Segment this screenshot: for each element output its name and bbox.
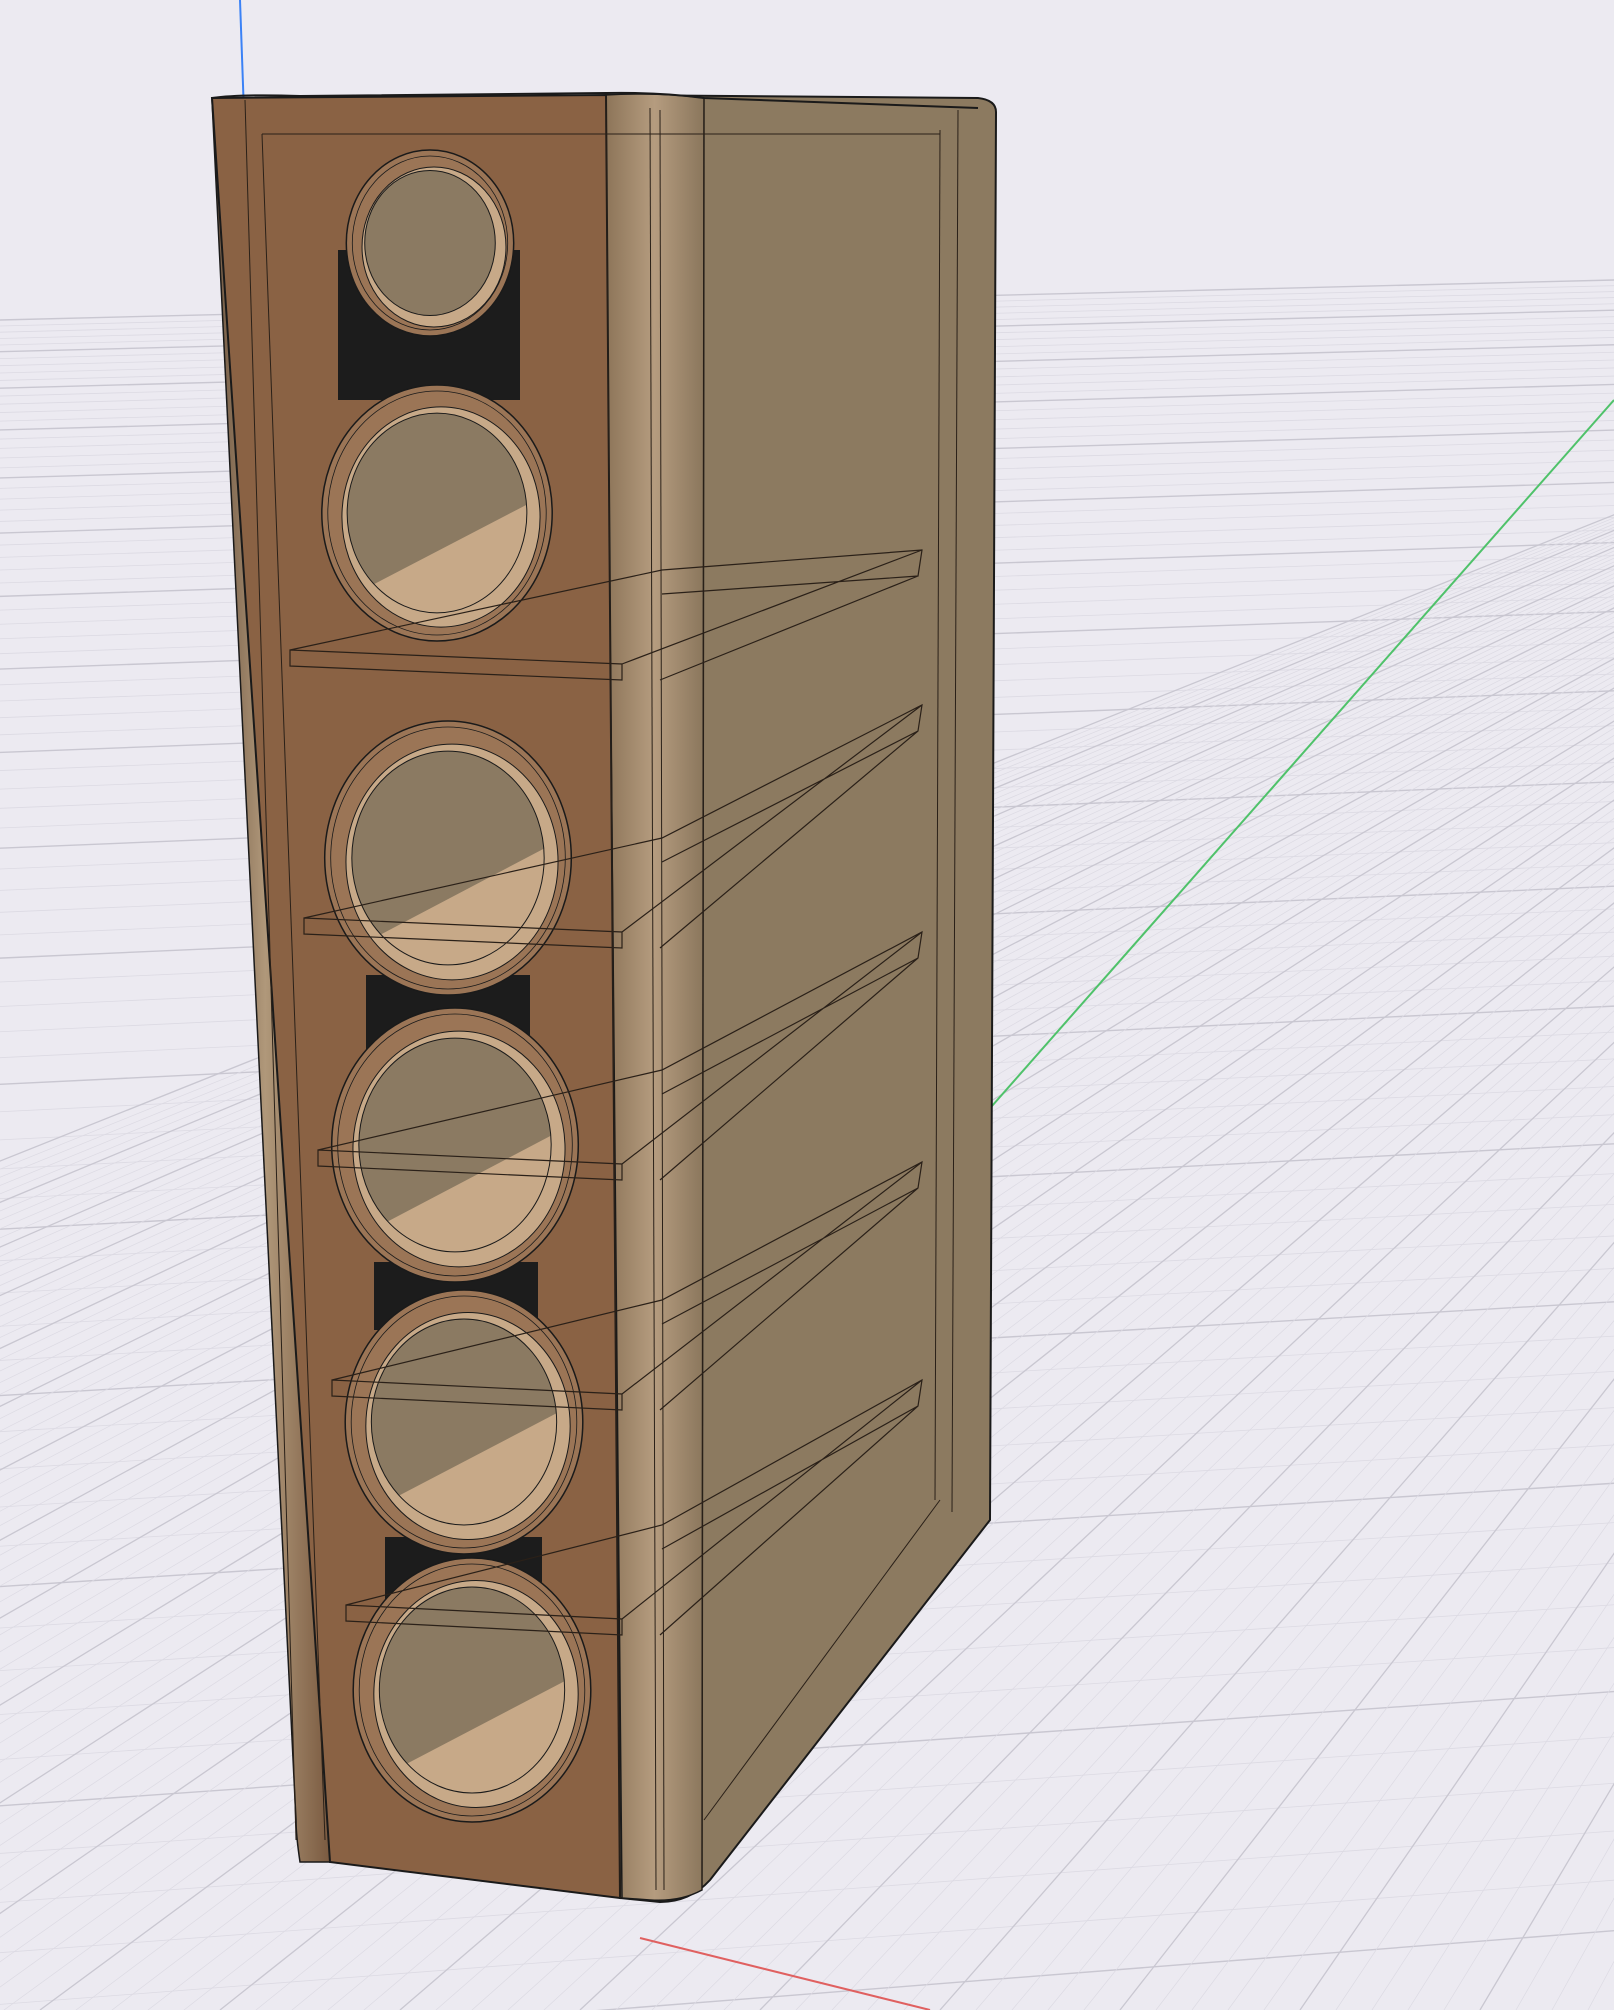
- woofer: [344, 1289, 584, 1555]
- woofer: [352, 1557, 592, 1823]
- grid-line: [1407, 1682, 1614, 2010]
- woofer: [330, 1007, 580, 1283]
- grid-line: [1047, 1320, 1614, 2010]
- rounded-edge: [604, 93, 705, 1902]
- woofer: [323, 720, 573, 996]
- grid-line: [939, 1241, 1614, 2010]
- grid-line: [1011, 1292, 1614, 2010]
- tweeter: [345, 149, 515, 337]
- scene-canvas[interactable]: [0, 0, 1614, 2010]
- grid-line: [0, 1782, 1614, 1903]
- 3d-viewport[interactable]: [0, 0, 1614, 2010]
- grid-line: [1083, 1348, 1614, 2010]
- driver-cavity: [364, 170, 496, 316]
- grid-line: [0, 1879, 1614, 2005]
- grid-line: [1155, 1409, 1614, 2010]
- speaker-enclosure[interactable]: [210, 91, 998, 1904]
- y-axis-line: [961, 399, 1614, 1141]
- grid-line: [1443, 1731, 1614, 2010]
- woofer: [321, 384, 553, 642]
- grid-line: [0, 1830, 1614, 1954]
